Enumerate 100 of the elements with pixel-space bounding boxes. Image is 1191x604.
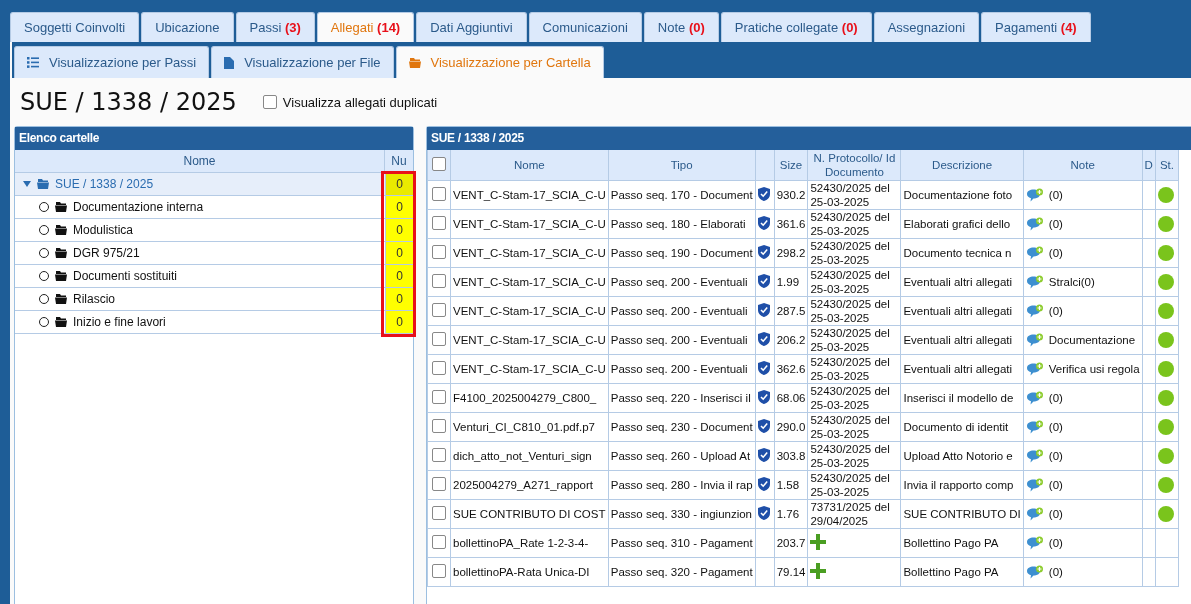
folder-name[interactable]: Documenti sostituiti [73, 269, 178, 283]
shield-check-icon [757, 332, 770, 346]
file-icon [224, 56, 235, 69]
table-cell: Passo seq. 260 - Upload At [608, 441, 756, 471]
row-checkbox[interactable] [432, 506, 446, 520]
comment-add-icon[interactable] [1025, 332, 1044, 348]
comment-add-icon[interactable] [1025, 187, 1044, 203]
table-cell: 206.2 [774, 325, 808, 355]
folder-name[interactable]: Rilascio [73, 292, 115, 306]
tab[interactable]: Comunicazioni [528, 12, 642, 42]
comment-add-icon[interactable] [1025, 448, 1044, 464]
shield-check-icon [757, 390, 770, 404]
row-checkbox[interactable] [432, 274, 446, 288]
table-cell: 287.5 [774, 296, 808, 326]
row-checkbox[interactable] [432, 419, 446, 433]
comment-add-icon[interactable] [1025, 216, 1044, 232]
note-text: (0) [1048, 305, 1063, 317]
count-cell: 0 [385, 288, 413, 311]
table-cell-text: 73731/2025 del 29/04/2025 [810, 500, 891, 528]
comment-add-icon[interactable] [1025, 535, 1044, 551]
comment-add-icon[interactable] [1025, 361, 1044, 377]
table-cell-text: 52430/2025 del 25-03-2025 [810, 413, 891, 441]
table-cell: 290.0 [774, 412, 808, 442]
row-checkbox[interactable] [432, 564, 446, 578]
shield-check-icon [757, 506, 770, 520]
row-checkbox[interactable] [432, 448, 446, 462]
status-dot [1157, 390, 1174, 406]
folder-name[interactable]: Documentazione interna [73, 200, 204, 214]
comment-add-icon[interactable] [1025, 564, 1044, 580]
comment-add-icon[interactable] [1025, 390, 1044, 406]
row-checkbox[interactable] [432, 535, 446, 549]
tab[interactable]: Pagamenti (4) [981, 12, 1091, 42]
table-cell-text: 52430/2025 del 25-03-2025 [810, 210, 891, 238]
comment-add-icon[interactable] [1025, 274, 1044, 290]
table-cell: Eventuali altri allegati [900, 325, 1024, 355]
row-checkbox[interactable] [432, 332, 446, 346]
column-header: Note [1023, 150, 1143, 181]
folder-name[interactable]: DGR 975/21 [73, 246, 140, 260]
comment-add-icon[interactable] [1025, 303, 1044, 319]
tab[interactable]: Pratiche collegate (0) [720, 12, 872, 42]
tab[interactable]: Dati Aggiuntivi [416, 12, 527, 42]
tab[interactable]: Assegnazioni [873, 12, 980, 42]
column-header: Descrizione [900, 150, 1024, 181]
folder-icon [55, 248, 67, 258]
folder-name[interactable]: SUE / 1338 / 2025 [55, 177, 154, 191]
row-checkbox[interactable] [432, 187, 446, 201]
plus-icon[interactable] [810, 562, 827, 579]
folder-name[interactable]: Modulistica [73, 223, 134, 237]
panel-title: Elenco cartelle [15, 127, 413, 150]
status-dot [1157, 187, 1174, 203]
table-cell: 1.58 [774, 470, 808, 500]
caret-icon[interactable] [23, 181, 31, 187]
table-cell: Eventuali altri allegati [900, 267, 1024, 297]
folder-name[interactable]: Inizio e fine lavori [73, 315, 166, 329]
note-text: (0) [1048, 508, 1063, 520]
table-cell: Documento tecnica n [900, 238, 1024, 268]
status-dot [1157, 216, 1174, 232]
table-cell: 68.06 [774, 383, 808, 413]
note-text: (0) [1048, 450, 1063, 462]
table-cell: 2025004279_A271_rapport [450, 470, 609, 500]
count-cell: 0 [385, 242, 413, 265]
table-cell: Passo seq. 320 - Pagament [608, 557, 756, 587]
column-header: Nu [385, 150, 413, 173]
select-all-checkbox[interactable] [432, 157, 446, 171]
checkbox[interactable] [262, 95, 277, 109]
row-checkbox[interactable] [432, 390, 446, 404]
comment-add-icon[interactable] [1025, 419, 1044, 435]
row-checkbox[interactable] [432, 216, 446, 230]
table-cell-text: 52430/2025 del 25-03-2025 [810, 239, 891, 267]
tab[interactable]: Passi (3) [235, 12, 315, 42]
row-checkbox[interactable] [432, 361, 446, 375]
comment-add-icon[interactable] [1025, 506, 1044, 522]
table-cell-text: 52430/2025 del 25-03-2025 [810, 181, 891, 209]
tab[interactable]: Soggetti Coinvolti [10, 12, 140, 42]
comment-add-icon[interactable] [1025, 245, 1044, 261]
view-tab[interactable]: Visualizzazione per Passi [14, 46, 210, 78]
tab[interactable]: Note (0) [643, 12, 719, 42]
plus-icon[interactable] [810, 533, 827, 550]
table-cell: VENT_C-Stam-17_SCIA_C-U [450, 267, 609, 297]
shield-check-icon [757, 274, 770, 288]
table-cell: SUE CONTRIBUTO DI COST [450, 499, 609, 529]
folder-icon [55, 294, 67, 304]
row-checkbox[interactable] [432, 303, 446, 317]
view-tab[interactable]: Visualizzazione per File [211, 46, 394, 78]
table-cell: Passo seq. 330 - ingiunzion [608, 499, 756, 529]
table-cell-text: 52430/2025 del 25-03-2025 [810, 326, 891, 354]
table-cell: bollettinoPA-Rata Unica-DI [450, 557, 609, 587]
table-cell: Passo seq. 280 - Invia il rap [608, 470, 756, 500]
comment-add-icon[interactable] [1025, 477, 1044, 493]
row-checkbox[interactable] [432, 245, 446, 259]
tab[interactable]: Allegati (14) [316, 12, 415, 42]
note-text: Documentazione [1048, 334, 1136, 346]
table-cell: Inserisci il modello de [900, 383, 1024, 413]
table-cell: 1.99 [774, 267, 808, 297]
tab[interactable]: Ubicazione [141, 12, 234, 42]
row-checkbox[interactable] [432, 477, 446, 491]
table-cell: Eventuali altri allegati [900, 354, 1024, 384]
column-header: St. [1155, 150, 1179, 181]
note-text: (0) [1048, 247, 1063, 259]
table-cell: 362.6 [774, 354, 808, 384]
